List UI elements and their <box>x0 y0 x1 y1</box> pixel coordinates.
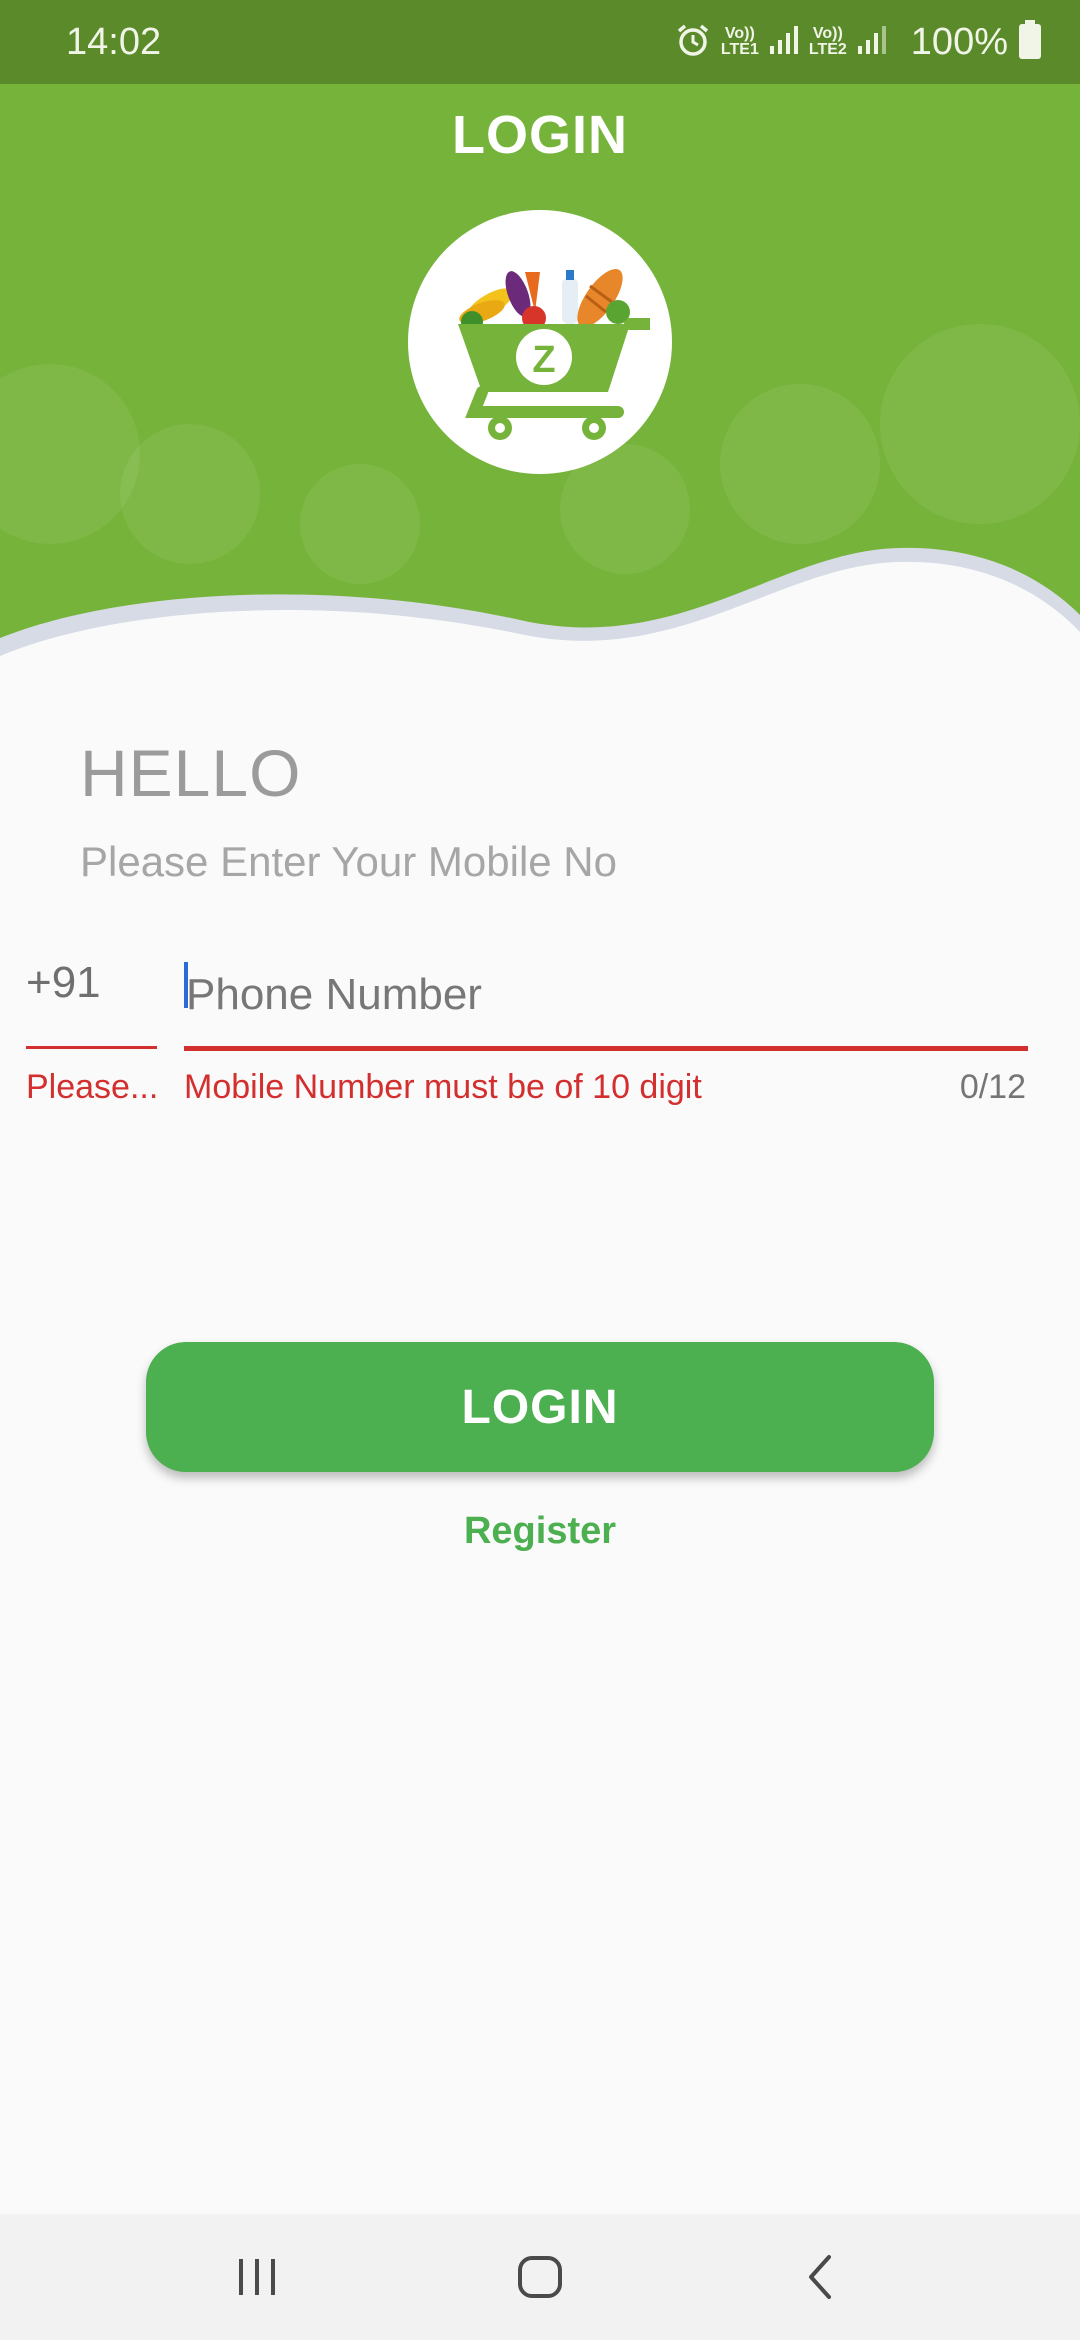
home-icon <box>518 2256 562 2298</box>
recents-icon <box>239 2259 275 2295</box>
country-code-field[interactable]: +91 <box>26 950 157 1049</box>
status-icons: Vo)) LTE1 Vo)) LTE2 100% <box>675 18 1042 66</box>
status-bar: 14:02 Vo)) LTE1 Vo)) LTE2 100% <box>0 0 1080 84</box>
app-logo: Z <box>408 210 672 474</box>
login-screen: 14:02 Vo)) LTE1 Vo)) LTE2 100% LOGIN Z H… <box>0 0 1080 2340</box>
signal-icon-sim1 <box>769 24 799 61</box>
back-icon <box>809 2255 831 2299</box>
greeting-subtitle: Please Enter Your Mobile No <box>80 838 617 885</box>
sim2-volte-label: Vo)) LTE2 <box>808 25 847 58</box>
phone-number-field[interactable] <box>184 950 1028 1051</box>
battery-icon <box>1018 19 1042 65</box>
page-title: LOGIN <box>452 105 628 165</box>
login-button[interactable]: LOGIN <box>146 1342 934 1472</box>
phone-number-input[interactable] <box>184 950 1026 1040</box>
status-time: 14:02 <box>66 21 162 63</box>
header-wave <box>0 547 1080 740</box>
character-counter: 0/12 <box>959 1068 1026 1106</box>
alarm-icon <box>675 22 711 63</box>
recents-button[interactable] <box>177 2214 337 2340</box>
system-nav-bar <box>0 2214 1080 2340</box>
signal-icon-sim2 <box>857 24 887 61</box>
country-code-value: +91 <box>26 958 101 1007</box>
register-link[interactable]: Register <box>0 1510 1080 1553</box>
cart-logo-icon: Z <box>458 269 650 440</box>
phone-number-error: Mobile Number must be of 10 digit <box>184 1068 702 1106</box>
sim1-volte-label: Vo)) LTE1 <box>720 25 759 58</box>
back-button[interactable] <box>740 2214 900 2340</box>
home-button[interactable] <box>460 2214 620 2340</box>
greeting-title: HELLO <box>80 736 302 810</box>
country-code-error: Please... <box>26 1068 159 1106</box>
svg-text:Z: Z <box>532 339 555 381</box>
battery-percent: 100% <box>910 20 1008 63</box>
